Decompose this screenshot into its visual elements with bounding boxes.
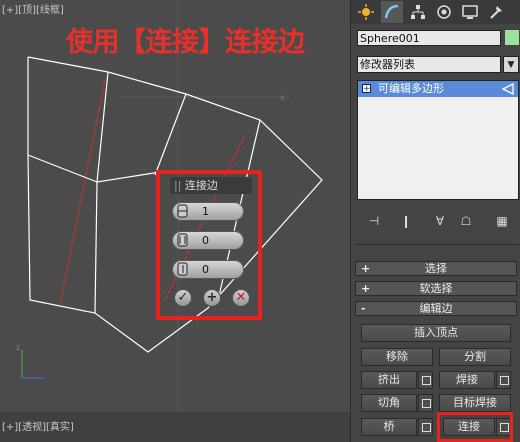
target-weld-button[interactable]: 目标焊接 [439,394,511,412]
rollout-select-label: 选择 [425,262,447,275]
split-button[interactable]: 分割 [439,348,511,366]
stack-item-label: 可编辑多边形 [378,82,444,95]
check-icon: ✓ [177,290,189,305]
rollout-edit-edges[interactable]: - 编辑边 [355,301,517,316]
extrude-button[interactable]: 挤出 [361,371,417,389]
chamfer-button[interactable]: 切角 [361,394,417,412]
display-tab[interactable] [459,1,481,23]
bridge-settings-button[interactable] [418,418,433,436]
object-name-field[interactable]: Sphere001 [357,30,501,46]
modify-tab[interactable] [381,1,403,23]
slide-icon [177,262,188,276]
remove-modifier-icon[interactable]: ☖ [457,212,475,230]
pinch-icon [177,233,188,247]
remove-button[interactable]: 移除 [361,348,433,366]
x-icon: ✕ [235,290,247,305]
stack-tool-row: ⊣ ❙ ∀ ☖ ▦ [351,210,520,234]
viewport-top-label[interactable]: [+][顶][线框] [2,1,64,16]
connect-edges-popup: || 连接边 1 0 0 ✓ + ✕ [166,176,258,316]
pinch-value[interactable]: 0 [202,234,209,247]
insert-vertex-button[interactable]: 插入顶点 [361,324,511,342]
segments-value[interactable]: 1 [202,205,209,218]
weld-button[interactable]: 焊接 [439,371,495,389]
rollout-soft-select[interactable]: + 软选择 [355,281,517,296]
motion-icon [437,5,451,19]
connect-highlight-frame [437,412,513,442]
drag-handle-icon[interactable]: || [174,179,181,192]
pinch-spinner[interactable]: 0 [172,231,244,250]
popup-title[interactable]: || 连接边 [170,177,252,194]
extrude-settings-button[interactable] [418,371,433,389]
svg-text:z: z [16,343,20,352]
hierarchy-tab[interactable] [407,1,429,23]
segments-spinner[interactable]: 1 [172,202,244,221]
cancel-button[interactable]: ✕ [232,289,250,307]
rollout-select[interactable]: + 选择 [355,261,517,276]
modifier-stack: + 可编辑多边形 [357,80,519,200]
annotation-title: 使用【连接】连接边 [66,27,305,58]
dropdown-arrow-icon[interactable]: ▼ [503,56,519,73]
command-tabs [351,0,520,24]
slide-spinner[interactable]: 0 [172,260,244,279]
popup-title-text: 连接边 [184,179,218,192]
pin-stack-icon[interactable]: ⊣ [365,212,383,230]
create-tab[interactable] [355,1,377,23]
viewport-bottom-label[interactable]: [+][透视][真实] [2,418,74,433]
plus-icon: + [206,290,218,305]
svg-text:x: x [280,93,285,102]
utilities-icon [490,6,502,19]
rollout-edit-edges-label: 编辑边 [419,302,453,315]
modifier-list-dropdown[interactable]: 修改器列表 [357,56,501,73]
ok-button[interactable]: ✓ [174,289,192,307]
segments-icon [177,204,188,218]
configure-modifier-sets-icon[interactable]: ▦ [493,212,511,230]
weld-settings-button[interactable] [496,371,511,389]
motion-tab[interactable] [433,1,455,23]
hierarchy-icon [411,5,425,19]
expand-icon[interactable]: + [362,84,371,94]
divider [355,244,519,245]
triangle-icon [502,83,514,95]
command-panel: Sphere001 修改器列表 ▼ + 可编辑多边形 ⊣ ❙ ∀ ☖ ▦ + 选… [350,0,520,442]
bridge-button[interactable]: 桥 [361,418,417,436]
modify-icon [384,4,399,19]
show-end-result-icon[interactable]: ❙ [397,212,415,230]
display-icon [462,5,478,19]
slide-value[interactable]: 0 [202,263,209,276]
make-unique-icon[interactable]: ∀ [431,212,449,230]
chamfer-settings-button[interactable] [418,394,433,412]
create-icon [358,4,374,20]
rollout-soft-select-label: 软选择 [419,282,453,295]
object-color-swatch[interactable] [505,30,519,45]
apply-button[interactable]: + [203,289,221,307]
utilities-tab[interactable] [485,1,507,23]
stack-item-editable-poly[interactable]: + 可编辑多边形 [358,81,518,97]
